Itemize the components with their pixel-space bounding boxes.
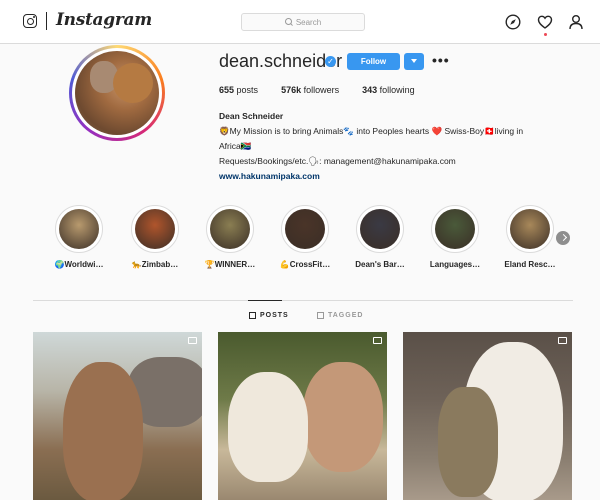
profile-icon[interactable] <box>568 14 584 30</box>
highlight-item[interactable]: Languages… <box>425 205 485 269</box>
avatar-border <box>72 48 162 138</box>
highlight-thumbnail <box>510 209 550 249</box>
post-thumbnail[interactable] <box>403 332 572 500</box>
highlight-ring <box>55 205 103 253</box>
bio-line-1: 🦁My Mission is to bring Animals🐾 into Pe… <box>219 126 524 136</box>
search-icon <box>284 18 293 26</box>
avatar[interactable] <box>69 45 165 141</box>
follow-button[interactable]: Follow <box>347 53 400 70</box>
next-arrow-icon[interactable] <box>556 231 570 245</box>
highlight-thumbnail <box>59 209 99 249</box>
multiple-photos-icon <box>373 337 382 344</box>
posts-count: 655 posts <box>219 85 258 95</box>
highlight-thumbnail <box>210 209 250 249</box>
highlight-label: 🏆WINNER… <box>204 260 256 269</box>
highlight-label: Eland Resc… <box>504 260 556 269</box>
highlight-item[interactable]: 🌍Worldwi… <box>49 205 109 269</box>
post-thumbnail[interactable] <box>218 332 387 500</box>
highlight-ring <box>431 205 479 253</box>
highlight-item[interactable]: 🐆Zimbab… <box>125 205 185 269</box>
highlight-thumbnail <box>360 209 400 249</box>
highlight-label: 💪CrossFit… <box>279 260 331 269</box>
profile-bio: Dean Schneider 🦁My Mission is to bring A… <box>219 109 569 184</box>
post-image-content <box>438 387 498 497</box>
highlight-label: Dean's Bar… <box>355 260 405 269</box>
followers-count[interactable]: 576k followers <box>281 85 339 95</box>
profile-username: dean.schneider <box>219 51 343 71</box>
tab-tagged[interactable]: TAGGED <box>317 312 363 319</box>
story-highlights: 🌍Worldwi… 🐆Zimbab… 🏆WINNER… 💪CrossFit… D… <box>40 205 580 275</box>
top-navigation: Instagram Search <box>0 0 600 44</box>
verified-badge-icon: ✓ <box>325 56 336 67</box>
tagged-icon <box>317 312 324 319</box>
tab-label: TAGGED <box>328 312 364 319</box>
notification-dot <box>544 33 547 36</box>
highlight-item[interactable]: 💪CrossFit… <box>275 205 335 269</box>
compass-icon[interactable] <box>505 14 521 30</box>
stat-label: followers <box>303 85 340 95</box>
avatar-photo <box>75 51 159 135</box>
instagram-wordmark[interactable]: Instagram <box>56 10 152 30</box>
highlight-ring <box>356 205 404 253</box>
highlight-item[interactable]: Dean's Bar… <box>350 205 410 269</box>
active-tab-indicator <box>248 300 282 301</box>
bio-line-2: Africa🇿🇦 <box>219 141 252 151</box>
search-input[interactable]: Search <box>241 13 365 31</box>
bio-website-link[interactable]: www.hakunamipaka.com <box>219 169 569 184</box>
stat-label: posts <box>236 85 259 95</box>
post-image-content <box>303 362 383 472</box>
bio-full-name: Dean Schneider <box>219 111 284 121</box>
highlight-thumbnail <box>435 209 475 249</box>
video-icon <box>188 337 197 344</box>
nav-divider <box>46 12 47 30</box>
stat-value: 576k <box>281 85 302 95</box>
suggested-dropdown-button[interactable] <box>404 53 424 70</box>
post-image-subject <box>228 372 308 482</box>
highlight-label: Languages… <box>429 260 481 269</box>
post-thumbnail[interactable] <box>33 332 202 500</box>
highlight-ring <box>206 205 254 253</box>
highlight-item[interactable]: 🏆WINNER… <box>200 205 260 269</box>
highlight-ring <box>131 205 179 253</box>
heart-icon[interactable] <box>537 14 553 30</box>
tab-posts[interactable]: POSTS <box>249 312 289 319</box>
following-count[interactable]: 343 following <box>362 85 415 95</box>
profile-stats: 655 posts 576k followers 343 following <box>219 85 438 95</box>
search-placeholder: Search <box>295 17 322 27</box>
highlight-label: 🐆Zimbab… <box>131 260 179 269</box>
tab-label: POSTS <box>260 312 289 319</box>
video-icon <box>558 337 567 344</box>
instagram-logo-icon[interactable] <box>23 14 37 28</box>
highlight-label: 🌍Worldwi… <box>54 260 104 269</box>
highlight-thumbnail <box>135 209 175 249</box>
bio-line-3: Requests/Bookings/etc.🗣: management@haku… <box>219 156 456 166</box>
more-options-icon[interactable]: ••• <box>432 53 450 67</box>
highlight-ring <box>281 205 329 253</box>
highlight-ring <box>506 205 554 253</box>
tabs-divider <box>33 300 573 301</box>
grid-icon <box>249 312 256 319</box>
highlight-thumbnail <box>285 209 325 249</box>
stat-value: 343 <box>362 85 378 95</box>
stat-value: 655 <box>219 85 235 95</box>
post-image-subject <box>63 362 143 500</box>
stat-label: following <box>379 85 415 95</box>
highlight-item[interactable]: Eland Resc… <box>500 205 560 269</box>
